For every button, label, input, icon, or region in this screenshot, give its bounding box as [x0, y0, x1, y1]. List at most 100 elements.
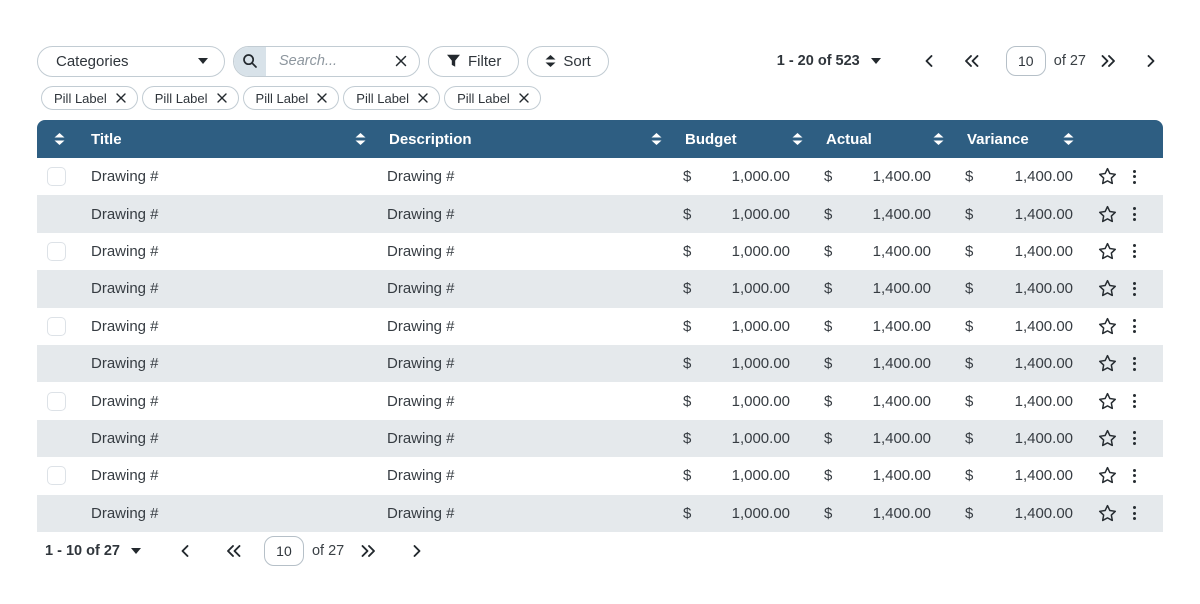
kebab-menu-icon[interactable] — [1131, 355, 1138, 373]
chevron-right-icon[interactable] — [1145, 54, 1157, 68]
kebab-menu-icon[interactable] — [1131, 205, 1138, 223]
double-chevron-right-icon[interactable] — [1100, 54, 1117, 68]
table-row: Drawing # Drawing # $1,000.00 $1,400.00 … — [37, 158, 1163, 195]
row-checkbox[interactable] — [47, 167, 66, 186]
amount: 1,400.00 — [1015, 243, 1073, 260]
row-checkbox[interactable] — [47, 317, 66, 336]
amount: 1,400.00 — [1015, 206, 1073, 223]
kebab-menu-icon[interactable] — [1131, 317, 1138, 335]
filter-pill[interactable]: Pill Label — [142, 86, 239, 110]
column-label: Description — [389, 131, 472, 148]
cell-actual: $1,400.00 — [816, 467, 957, 484]
amount: 1,400.00 — [873, 355, 931, 372]
header-variance[interactable]: Variance — [957, 120, 1087, 158]
filter-pill[interactable]: Pill Label — [243, 86, 340, 110]
top-range-label: 1 - 20 of 523 — [777, 53, 860, 69]
header-actions — [1087, 120, 1163, 158]
filter-pill[interactable]: Pill Label — [444, 86, 541, 110]
pill-remove-icon[interactable] — [317, 93, 327, 103]
cell-actions — [1087, 241, 1163, 262]
currency-symbol: $ — [683, 168, 691, 185]
sort-arrows-icon — [792, 133, 803, 145]
star-icon[interactable] — [1097, 353, 1118, 374]
kebab-menu-icon[interactable] — [1131, 504, 1138, 522]
pill-remove-icon[interactable] — [116, 93, 126, 103]
row-checkbox[interactable] — [47, 242, 66, 261]
header-actual[interactable]: Actual — [816, 120, 957, 158]
filter-button[interactable]: Filter — [428, 46, 519, 77]
header-budget[interactable]: Budget — [675, 120, 816, 158]
cell-description: Drawing # — [379, 393, 675, 410]
star-icon[interactable] — [1097, 241, 1118, 262]
cell-actions — [1087, 166, 1163, 187]
double-chevron-left-icon[interactable] — [963, 54, 980, 68]
top-range-selector[interactable]: 1 - 20 of 523 — [777, 53, 881, 69]
currency-symbol: $ — [965, 430, 973, 447]
star-icon[interactable] — [1097, 166, 1118, 187]
toolbar: Categories — [37, 45, 1157, 77]
amount: 1,000.00 — [732, 318, 790, 335]
double-chevron-right-icon[interactable] — [360, 544, 377, 558]
pill-remove-icon[interactable] — [418, 93, 428, 103]
kebab-menu-icon[interactable] — [1131, 280, 1138, 298]
sort-arrows-icon — [933, 133, 944, 145]
amount: 1,400.00 — [1015, 318, 1073, 335]
amount: 1,400.00 — [873, 206, 931, 223]
cell-description: Drawing # — [379, 505, 675, 522]
cell-description: Drawing # — [379, 243, 675, 260]
cell-title: Drawing # — [81, 467, 379, 484]
header-description[interactable]: Description — [379, 120, 675, 158]
star-icon[interactable] — [1097, 204, 1118, 225]
row-checkbox[interactable] — [47, 466, 66, 485]
top-page-input[interactable] — [1006, 46, 1046, 76]
star-icon[interactable] — [1097, 465, 1118, 486]
row-checkbox[interactable] — [47, 392, 66, 411]
pill-remove-icon[interactable] — [519, 93, 529, 103]
kebab-menu-icon[interactable] — [1131, 392, 1138, 410]
amount: 1,400.00 — [873, 280, 931, 297]
table-row: Drawing # Drawing # $1,000.00 $1,400.00 … — [37, 420, 1163, 457]
bottom-range-selector[interactable]: 1 - 10 of 27 — [45, 543, 141, 559]
chevron-right-icon[interactable] — [411, 544, 423, 558]
header-select-sort[interactable] — [37, 120, 81, 158]
header-title[interactable]: Title — [81, 120, 379, 158]
search-clear-icon[interactable] — [391, 55, 419, 67]
chevron-left-icon[interactable] — [923, 54, 935, 68]
bottom-page-input[interactable] — [264, 536, 304, 566]
currency-symbol: $ — [824, 505, 832, 522]
star-icon[interactable] — [1097, 316, 1118, 337]
currency-symbol: $ — [965, 168, 973, 185]
kebab-menu-icon[interactable] — [1131, 242, 1138, 260]
kebab-menu-icon[interactable] — [1131, 429, 1138, 447]
cell-description: Drawing # — [379, 280, 675, 297]
amount: 1,000.00 — [732, 393, 790, 410]
pill-label: Pill Label — [54, 91, 107, 106]
cell-variance: $1,400.00 — [957, 430, 1087, 447]
amount: 1,400.00 — [1015, 430, 1073, 447]
amount: 1,400.00 — [1015, 393, 1073, 410]
kebab-menu-icon[interactable] — [1131, 467, 1138, 485]
search-input[interactable] — [266, 53, 391, 69]
currency-symbol: $ — [824, 430, 832, 447]
pill-remove-icon[interactable] — [217, 93, 227, 103]
filter-pills: Pill Label Pill Label Pill Label Pill La… — [41, 86, 541, 110]
categories-dropdown[interactable]: Categories — [37, 46, 225, 77]
amount: 1,000.00 — [732, 505, 790, 522]
chevron-left-icon[interactable] — [179, 544, 191, 558]
cell-actions — [1087, 316, 1163, 337]
cell-budget: $1,000.00 — [675, 168, 816, 185]
star-icon[interactable] — [1097, 428, 1118, 449]
sort-arrows-icon — [355, 133, 366, 145]
kebab-menu-icon[interactable] — [1131, 168, 1138, 186]
star-icon[interactable] — [1097, 278, 1118, 299]
star-icon[interactable] — [1097, 391, 1118, 412]
star-icon[interactable] — [1097, 503, 1118, 524]
filter-pill[interactable]: Pill Label — [41, 86, 138, 110]
filter-pill[interactable]: Pill Label — [343, 86, 440, 110]
categories-label: Categories — [56, 53, 129, 70]
cell-actual: $1,400.00 — [816, 280, 957, 297]
currency-symbol: $ — [824, 243, 832, 260]
sort-button[interactable]: Sort — [527, 46, 609, 77]
currency-symbol: $ — [965, 393, 973, 410]
double-chevron-left-icon[interactable] — [225, 544, 242, 558]
